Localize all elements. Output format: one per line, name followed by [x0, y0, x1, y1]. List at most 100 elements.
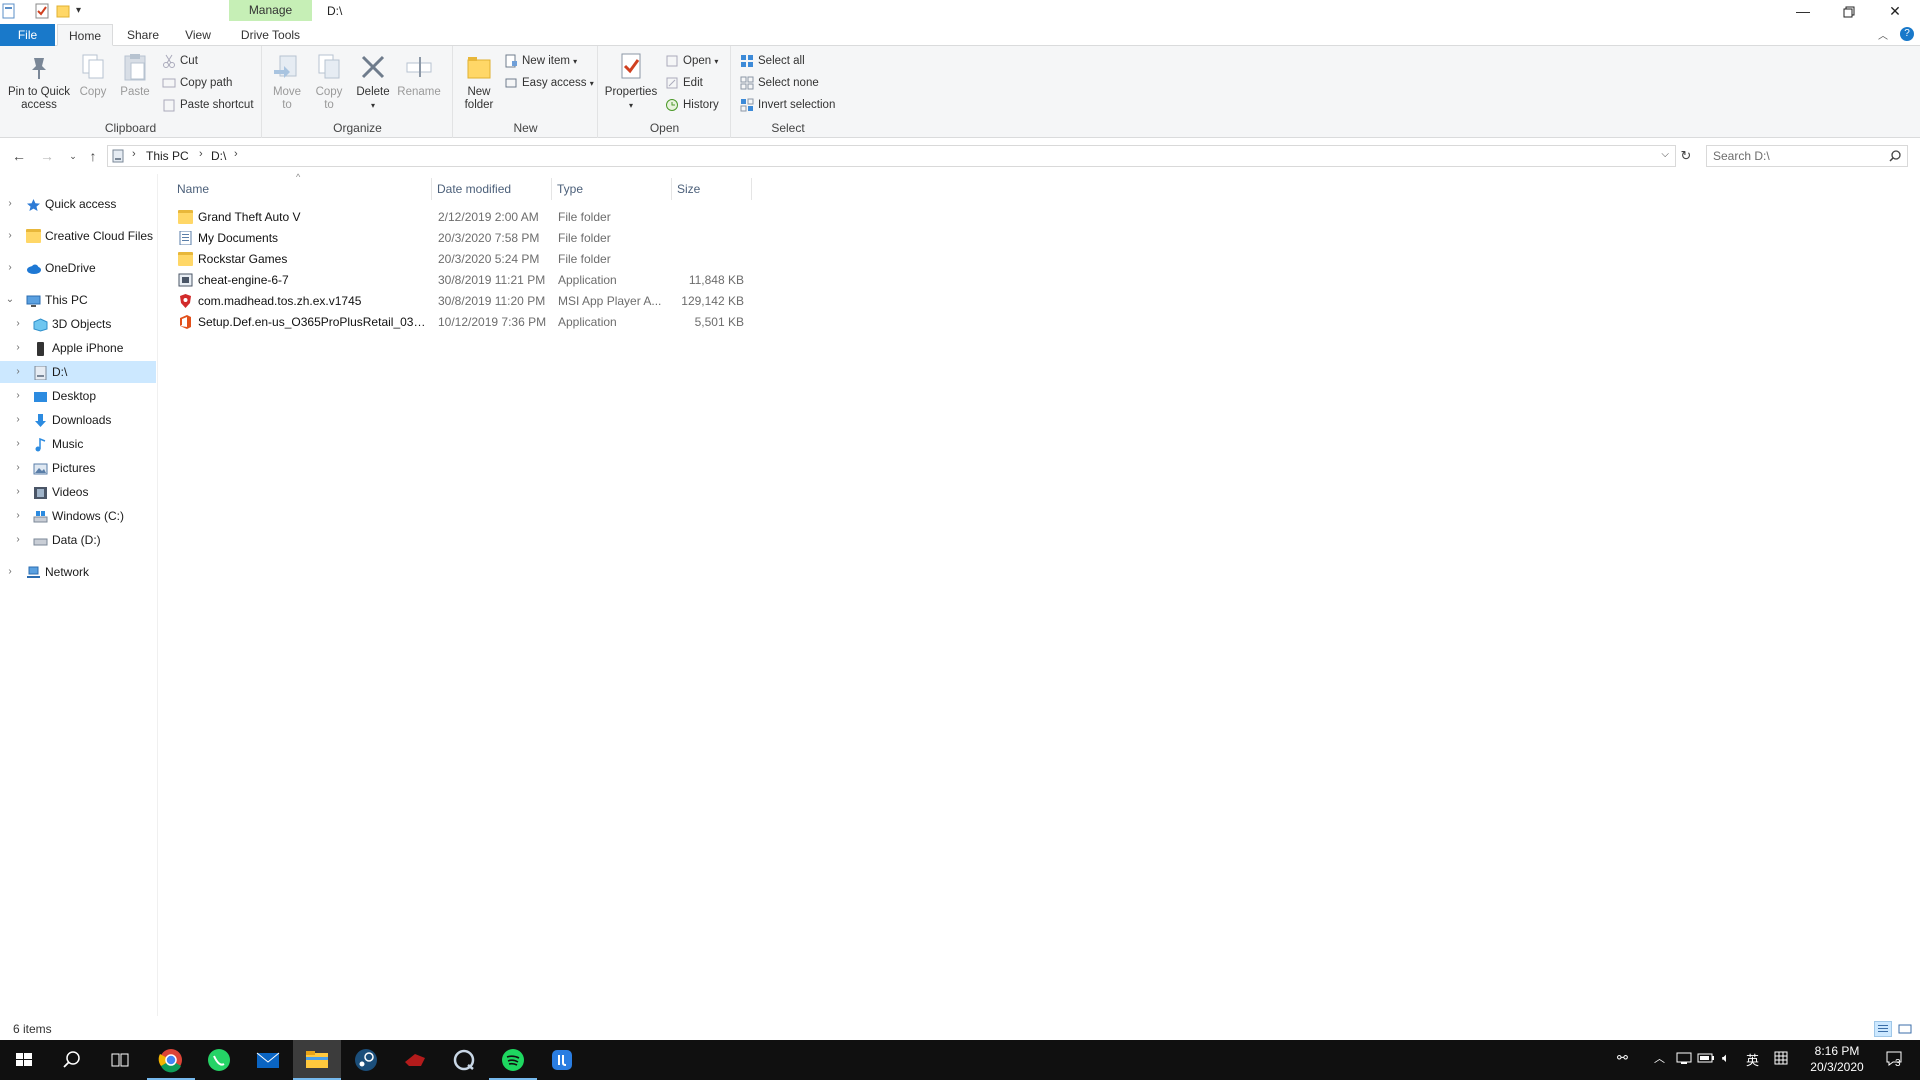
collapse-ribbon-icon[interactable]: ︿	[1878, 27, 1888, 42]
start-button[interactable]	[0, 1040, 48, 1080]
breadcrumb-d-drive[interactable]: D:\	[211, 149, 226, 163]
nav-item-downloads[interactable]: › Downloads	[0, 409, 156, 431]
move-to-button[interactable]: Move to	[269, 52, 305, 112]
collapse-chevron-icon[interactable]: ⌄	[4, 289, 16, 311]
tab-file[interactable]: File	[0, 24, 55, 46]
taskbar-app-blue[interactable]	[538, 1040, 586, 1080]
breadcrumb-this-pc[interactable]: This PC	[146, 149, 189, 163]
details-view-button[interactable]	[1874, 1021, 1892, 1037]
taskbar-steam[interactable]	[342, 1040, 390, 1080]
refresh-icon[interactable]: ↻	[1677, 146, 1695, 166]
expand-chevron-icon[interactable]: ›	[12, 361, 24, 383]
properties-dropdown-icon[interactable]: ▾	[603, 99, 659, 112]
volume-tray-icon[interactable]: 🔈︎	[1722, 1050, 1730, 1066]
edit-button[interactable]: Edit	[665, 74, 703, 92]
expand-chevron-icon[interactable]: ›	[4, 225, 16, 247]
forward-button[interactable]: →	[38, 146, 56, 166]
invert-selection-button[interactable]: Invert selection	[740, 96, 835, 114]
tab-home[interactable]: Home	[57, 24, 113, 46]
column-header-name[interactable]: Name	[172, 178, 432, 200]
expand-chevron-icon[interactable]: ›	[12, 505, 24, 527]
new-folder-button[interactable]: New folder	[458, 52, 500, 112]
restore-button[interactable]	[1826, 0, 1872, 24]
file-row[interactable]: Rockstar Games 20/3/2020 5:24 PM File fo…	[172, 249, 752, 270]
copy-to-button[interactable]: Copy to	[311, 52, 347, 112]
paste-button[interactable]: Paste	[118, 52, 152, 99]
tab-drive-tools[interactable]: Drive Tools	[229, 24, 312, 46]
easy-access-button[interactable]: Easy access ▾	[504, 74, 594, 92]
nav-item-windows-c[interactable]: › Windows (C:)	[0, 505, 156, 527]
delete-button[interactable]: Delete ▾	[355, 52, 391, 112]
expand-chevron-icon[interactable]: ›	[4, 193, 16, 215]
copy-button[interactable]: Copy	[76, 52, 110, 99]
select-none-button[interactable]: Select none	[740, 74, 819, 92]
new-item-button[interactable]: New item ▾	[504, 52, 577, 70]
expand-chevron-icon[interactable]: ›	[12, 457, 24, 479]
close-button[interactable]: ✕	[1872, 0, 1918, 24]
nav-item-d-drive-selected[interactable]: › D:\	[0, 361, 156, 383]
tab-share[interactable]: Share	[118, 24, 168, 46]
cut-button[interactable]: Cut	[162, 52, 198, 70]
battery-tray-icon[interactable]	[1697, 1050, 1715, 1069]
expand-chevron-icon[interactable]: ›	[4, 257, 16, 279]
taskbar-mail[interactable]	[244, 1040, 292, 1080]
customize-qat-icon[interactable]: ▾	[76, 3, 90, 19]
taskbar-app-chat[interactable]	[440, 1040, 488, 1080]
taskbar-chrome[interactable]	[147, 1040, 195, 1080]
help-icon[interactable]: ?	[1900, 27, 1914, 41]
new-folder-qat-icon[interactable]	[56, 3, 70, 19]
nav-item-videos[interactable]: › Videos	[0, 481, 156, 503]
column-header-size[interactable]: Size	[672, 178, 752, 200]
taskbar-file-explorer[interactable]	[293, 1040, 341, 1080]
nav-item-network[interactable]: › Network	[0, 561, 156, 583]
file-row[interactable]: My Documents 20/3/2020 7:58 PM File fold…	[172, 228, 752, 249]
file-row[interactable]: Grand Theft Auto V 2/12/2019 2:00 AM Fil…	[172, 207, 752, 228]
breadcrumb-separator-icon[interactable]: ›	[132, 148, 136, 160]
copy-path-button[interactable]: Copy path	[162, 74, 232, 92]
expand-chevron-icon[interactable]: ›	[12, 337, 24, 359]
open-button[interactable]: Open ▾	[665, 52, 718, 70]
column-header-type[interactable]: Type	[552, 178, 672, 200]
nav-item-data-d[interactable]: › Data (D:)	[0, 529, 156, 551]
nav-item-pictures[interactable]: › Pictures	[0, 457, 156, 479]
expand-chevron-icon[interactable]: ›	[4, 561, 16, 583]
nav-item-3d-objects[interactable]: › 3D Objects	[0, 313, 156, 335]
nav-item-desktop[interactable]: › Desktop	[0, 385, 156, 407]
taskbar-clock[interactable]: 8:16 PM 20/3/2020	[1796, 1043, 1878, 1075]
large-icons-view-button[interactable]	[1896, 1021, 1914, 1037]
expand-chevron-icon[interactable]: ›	[12, 385, 24, 407]
expand-chevron-icon[interactable]: ›	[12, 481, 24, 503]
show-hidden-icons-button[interactable]: ︿	[1654, 1050, 1665, 1066]
back-button[interactable]: ←	[10, 146, 28, 166]
breadcrumb-separator-icon[interactable]: ›	[234, 148, 238, 160]
taskbar-spotify[interactable]	[489, 1040, 537, 1080]
recent-locations-icon[interactable]: ⌄	[64, 146, 82, 166]
keyboard-layout-icon[interactable]	[1774, 1050, 1788, 1069]
file-row[interactable]: cheat-engine-6-7 30/8/2019 11:21 PM Appl…	[172, 270, 752, 291]
taskbar-whatsapp[interactable]	[195, 1040, 243, 1080]
minimize-button[interactable]: —	[1780, 0, 1826, 24]
expand-chevron-icon[interactable]: ›	[12, 529, 24, 551]
nav-item-music[interactable]: › Music	[0, 433, 156, 455]
people-icon[interactable]: ⚯	[1617, 1050, 1628, 1066]
delete-dropdown-icon[interactable]: ▾	[355, 99, 391, 112]
expand-chevron-icon[interactable]: ›	[12, 409, 24, 431]
properties-button[interactable]: Properties ▾	[603, 52, 659, 112]
search-input[interactable]: Search D:\	[1706, 145, 1908, 167]
history-button[interactable]: History	[665, 96, 719, 114]
address-dropdown-icon[interactable]: ⌵	[1661, 149, 1669, 160]
tab-view[interactable]: View	[172, 24, 224, 46]
action-center-button[interactable]: 3	[1880, 1050, 1910, 1071]
nav-item-onedrive[interactable]: › OneDrive	[0, 257, 156, 279]
file-row[interactable]: Setup.Def.en-us_O365ProPlusRetail_03a6..…	[172, 312, 752, 333]
expand-chevron-icon[interactable]: ›	[12, 313, 24, 335]
rename-button[interactable]: Rename	[397, 52, 441, 99]
up-button[interactable]: ↑	[84, 146, 102, 166]
taskbar-game-app[interactable]	[391, 1040, 439, 1080]
select-all-button[interactable]: Select all	[740, 52, 805, 70]
file-row[interactable]: com.madhead.tos.zh.ex.v1745 30/8/2019 11…	[172, 291, 752, 312]
input-method-indicator[interactable]: 英	[1746, 1050, 1759, 1069]
task-view-button[interactable]	[96, 1040, 144, 1080]
address-bar[interactable]: › This PC › D:\ › ⌵	[107, 145, 1676, 167]
properties-qat-icon[interactable]	[2, 3, 16, 19]
